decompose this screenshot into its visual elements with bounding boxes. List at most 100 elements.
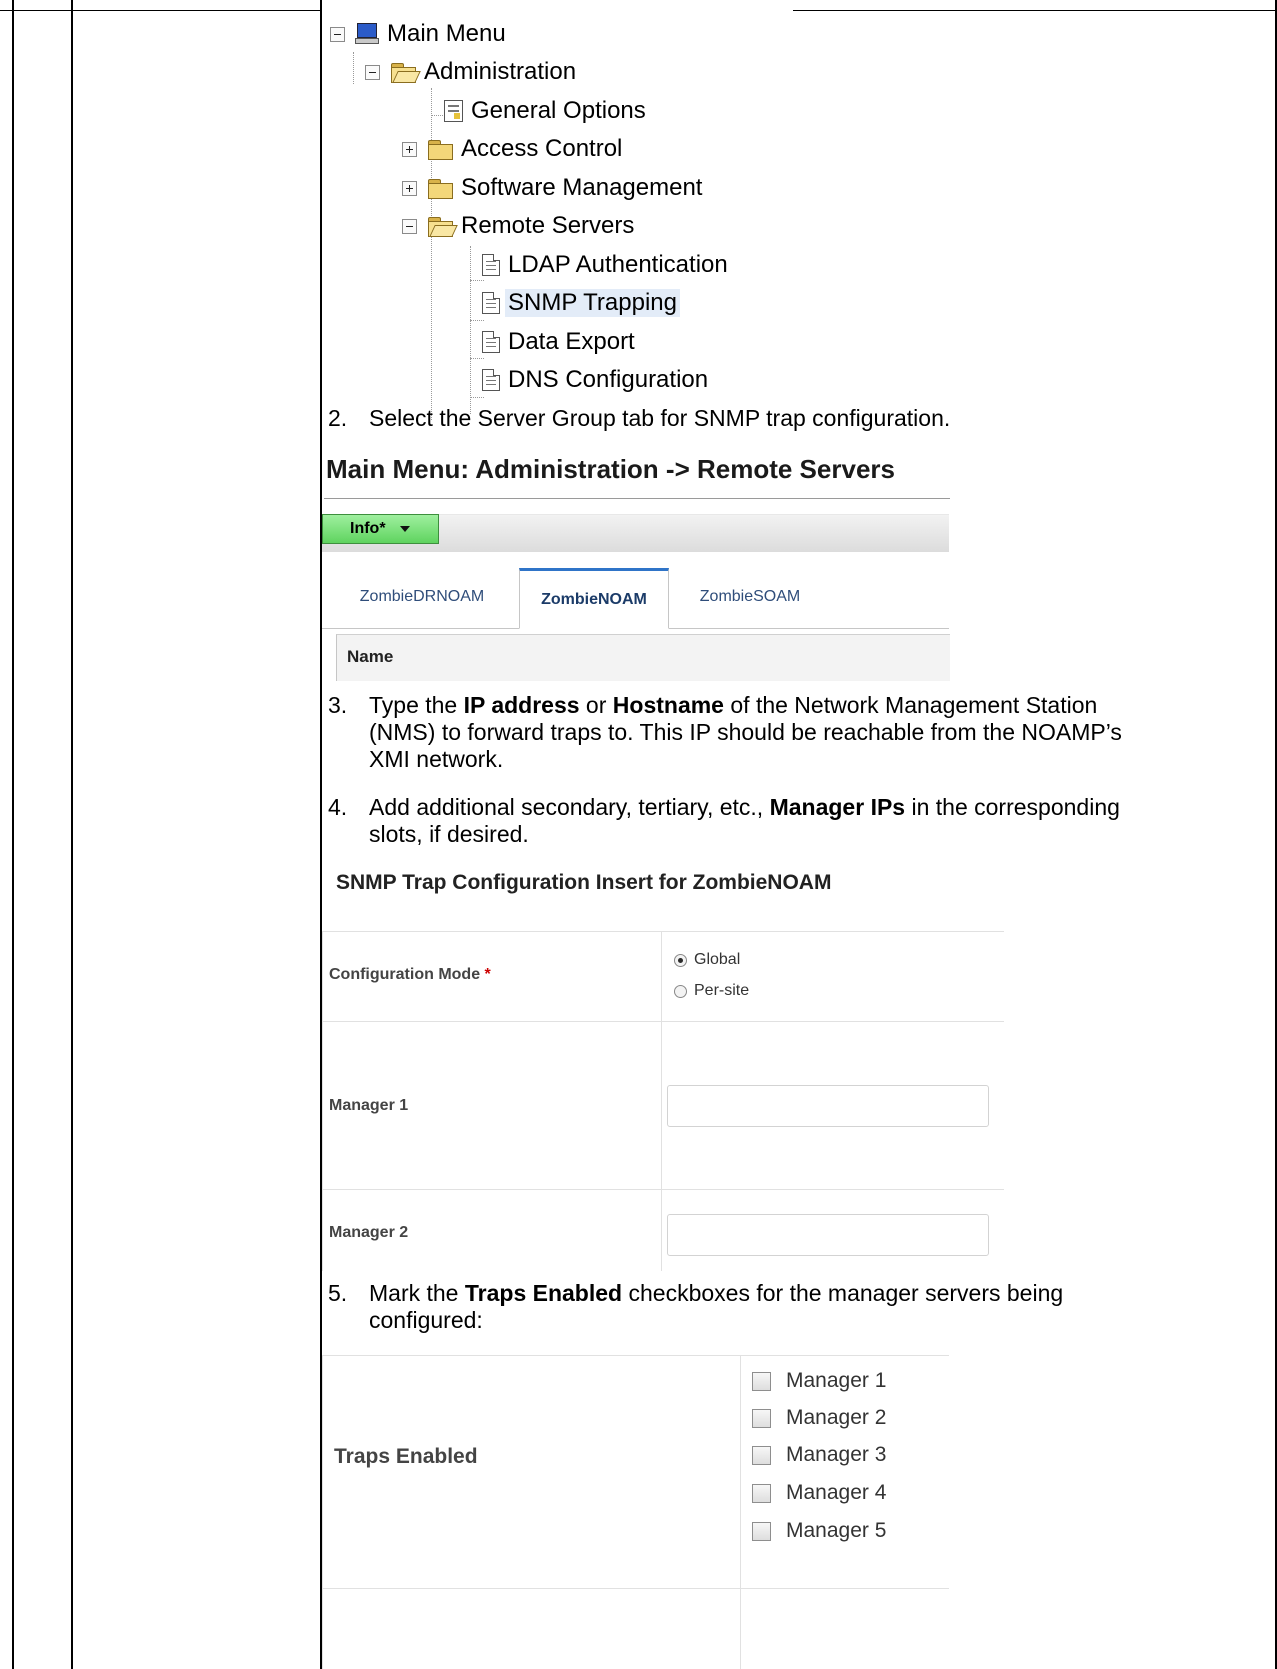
checkbox-icon[interactable] [752, 1483, 771, 1503]
checkbox-icon[interactable] [752, 1445, 771, 1465]
checkbox-manager-3[interactable]: Manager 3 [752, 1443, 886, 1467]
step-number: 2. [328, 405, 348, 431]
traps-enabled-form: Traps Enabled Manager 1 Manager 2 Manage… [322, 1355, 949, 1669]
checkbox-label: Manager 5 [786, 1519, 887, 1542]
tree-label: SNMP Trapping [505, 289, 680, 317]
checkbox-label: Manager 4 [786, 1481, 887, 1504]
checkbox-manager-4[interactable]: Manager 4 [752, 1481, 886, 1505]
tree-label: Data Export [508, 328, 635, 355]
tree-node-ldap-authentication[interactable]: LDAP Authentication [482, 247, 728, 283]
text-line: (NMS) to forward traps to. This IP shoul… [369, 719, 1122, 745]
server-group-tabs: ZombieDRNOAM ZombieNOAM ZombieSOAM [322, 568, 949, 629]
configuration-mode-label: Configuration Mode * [329, 966, 491, 984]
text-run: or [579, 692, 613, 718]
tab-zombiedrnoam[interactable]: ZombieDRNOAM [334, 568, 510, 626]
main-menu-tree: Main Menu Administration General Options… [322, 0, 782, 420]
text-line: XMI network. [369, 746, 504, 772]
folder-icon [427, 139, 453, 160]
tree-label: LDAP Authentication [508, 251, 728, 278]
checkbox-manager-5[interactable]: Manager 5 [752, 1519, 886, 1543]
table-header: Name [336, 634, 950, 681]
page-icon [482, 331, 500, 353]
tree-label: Administration [424, 58, 577, 85]
computer-icon [355, 23, 379, 45]
tab-zombiesoam[interactable]: ZombieSOAM [675, 568, 825, 626]
text-run: Add additional secondary, tertiary, etc.… [369, 794, 770, 820]
tree-label: Software Management [461, 174, 703, 201]
tree-label: General Options [471, 97, 646, 124]
options-page-icon [444, 100, 463, 122]
tree-label: DNS Configuration [508, 366, 709, 393]
tree-node-dns-configuration[interactable]: DNS Configuration [482, 362, 708, 398]
checkbox-icon[interactable] [752, 1408, 771, 1428]
info-button-label: Info* [350, 520, 386, 537]
tree-node-snmp-trapping[interactable]: SNMP Trapping [482, 285, 680, 321]
radio-per-site[interactable]: Per-site [674, 982, 749, 1000]
tree-node-main-menu[interactable]: Main Menu [330, 16, 506, 52]
folder-icon [427, 178, 453, 199]
page-icon [482, 292, 500, 314]
text-run-bold: IP address [463, 692, 580, 718]
step-number: 4. [328, 794, 348, 820]
text-line: slots, if desired. [369, 821, 529, 847]
checkbox-label: Manager 2 [786, 1406, 887, 1429]
open-folder-icon [390, 62, 421, 83]
radio-unselected-icon[interactable] [674, 984, 687, 998]
checkbox-label: Manager 3 [786, 1443, 887, 1466]
expand-icon[interactable] [402, 141, 417, 157]
manager-2-label: Manager 2 [329, 1224, 409, 1241]
page-icon [482, 369, 500, 391]
checkbox-manager-1[interactable]: Manager 1 [752, 1369, 886, 1393]
step-text: Type the IP address or Hostname of the N… [369, 692, 1274, 773]
text-run: Mark the [369, 1280, 465, 1306]
tree-node-data-export[interactable]: Data Export [482, 324, 635, 360]
step-number: 3. [328, 692, 348, 718]
text-line: configured: [369, 1307, 483, 1333]
checkbox-icon[interactable] [752, 1521, 771, 1541]
manager-1-input[interactable] [667, 1085, 989, 1127]
label-text: Configuration Mode [329, 966, 481, 983]
column-header-name[interactable]: Name [347, 647, 393, 667]
tree-node-general-options[interactable]: General Options [444, 93, 646, 129]
expand-icon[interactable] [402, 180, 417, 196]
text-run: checkboxes for the manager servers being [622, 1280, 1064, 1306]
text-run: of the Network Management Station [723, 692, 1098, 718]
tree-node-administration[interactable]: Administration [365, 54, 576, 90]
collapse-icon[interactable] [402, 218, 417, 234]
snmp-form-title: SNMP Trap Configuration Insert for Zombi… [336, 871, 832, 894]
required-asterisk: * [484, 966, 491, 983]
traps-enabled-label: Traps Enabled [334, 1445, 478, 1468]
tree-node-software-management[interactable]: Software Management [402, 170, 702, 206]
text-run: in the corresponding [905, 794, 1120, 820]
tree-node-access-control[interactable]: Access Control [402, 131, 622, 167]
text-run: Type the [369, 692, 464, 718]
table-column-divider-1 [71, 0, 73, 1669]
radio-selected-icon[interactable] [674, 953, 687, 967]
checkbox-icon[interactable] [752, 1371, 771, 1391]
collapse-icon[interactable] [330, 26, 345, 42]
procedure-cell: Main Menu Administration General Options… [322, 0, 1277, 1669]
step-number: 5. [328, 1280, 348, 1306]
step-5: 5. Mark the Traps Enabled checkboxes for… [328, 1280, 1273, 1340]
tab-zombienoam[interactable]: ZombieNOAM [519, 568, 669, 629]
text-run-bold: Manager IPs [769, 794, 906, 820]
page-icon [482, 254, 500, 276]
tree-node-remote-servers[interactable]: Remote Servers [402, 208, 634, 244]
radio-global[interactable]: Global [674, 951, 740, 969]
step-text: Mark the Traps Enabled checkboxes for th… [369, 1280, 1274, 1334]
chevron-down-icon [399, 526, 410, 532]
snmp-trap-config-form: Configuration Mode * Global Per-site Man… [322, 931, 1004, 1271]
table-left-border [12, 0, 14, 1669]
tree-label: Remote Servers [461, 212, 635, 239]
checkbox-label: Manager 1 [786, 1369, 887, 1392]
tree-label: Main Menu [387, 20, 506, 47]
step-3: 3. Type the IP address or Hostname of th… [328, 692, 1273, 782]
radio-label: Global [694, 951, 741, 968]
title-divider [324, 498, 950, 499]
text-run-bold: Traps Enabled [464, 1280, 623, 1306]
collapse-icon[interactable] [365, 64, 380, 80]
manager-2-input[interactable] [667, 1214, 989, 1256]
checkbox-manager-2[interactable]: Manager 2 [752, 1406, 886, 1430]
info-button[interactable]: Info* [322, 514, 439, 544]
text-run-bold: Hostname [612, 692, 724, 718]
